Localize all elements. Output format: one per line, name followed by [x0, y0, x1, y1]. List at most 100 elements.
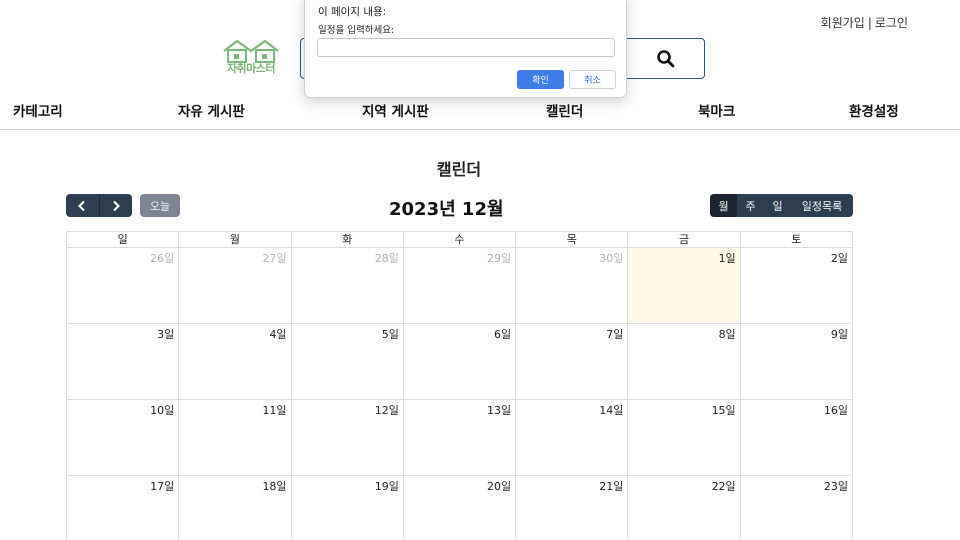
calendar-week-row: 3일 4일 5일 6일 7일 8일 9일 [67, 324, 853, 400]
day-number: 11일 [262, 404, 287, 417]
calendar-grid: 일 월 화 수 목 금 토 26일 27일 28일 29일 30일 1일 2일 3일 4일 5일 6… [66, 231, 853, 540]
day-number: 27일 [262, 252, 287, 265]
view-day-button[interactable]: 일 [764, 194, 791, 217]
day-cell[interactable]: 21일 [516, 476, 629, 540]
day-number: 21일 [599, 480, 624, 493]
chevron-left-icon [78, 200, 85, 211]
nav-item-category[interactable]: 카테고리 [13, 100, 63, 120]
day-cell[interactable]: 16일 [740, 400, 853, 476]
day-number: 7일 [606, 328, 624, 341]
day-cell[interactable]: 2일 [740, 248, 853, 324]
day-number: 14일 [599, 404, 624, 417]
signup-link[interactable]: 회원가입 [821, 16, 865, 30]
logo-text: 자취마스터 [226, 62, 276, 75]
view-switcher: 월 주 일 일정목록 [710, 194, 853, 217]
weekday-label: 화 [291, 232, 404, 248]
day-cell[interactable]: 9일 [740, 324, 853, 400]
day-cell[interactable]: 13일 [403, 400, 517, 476]
login-link[interactable]: 로그인 [875, 16, 908, 30]
weekday-label: 일 [67, 232, 180, 248]
day-cell[interactable]: 7일 [516, 324, 629, 400]
day-cell[interactable]: 12일 [291, 400, 404, 476]
view-week-button[interactable]: 주 [737, 194, 764, 217]
calendar-week-row: 17일 18일 19일 20일 21일 22일 23일 [67, 476, 853, 540]
day-number: 20일 [487, 480, 512, 493]
day-number: 12일 [374, 404, 399, 417]
day-number: 6일 [494, 328, 512, 341]
day-number: 15일 [711, 404, 736, 417]
day-number: 16일 [823, 404, 848, 417]
nav-item-calendar[interactable]: 캘린더 [546, 100, 583, 120]
day-cell[interactable]: 30일 [516, 248, 629, 324]
day-cell[interactable]: 11일 [179, 400, 292, 476]
calendar-weeks: 26일 27일 28일 29일 30일 1일 2일 3일 4일 5일 6일 7일 8일 9일 10일 11일 1… [67, 248, 853, 540]
day-cell[interactable]: 17일 [67, 476, 180, 540]
day-number: 28일 [374, 252, 399, 265]
chevron-right-icon [113, 200, 120, 211]
day-number: 5일 [381, 328, 399, 341]
day-number: 17일 [150, 480, 175, 493]
day-cell[interactable]: 8일 [628, 324, 741, 400]
day-cell[interactable]: 15일 [628, 400, 741, 476]
month-title: 2023년 12월 [389, 199, 504, 220]
day-number: 4일 [269, 328, 287, 341]
prev-month-button[interactable] [66, 194, 99, 217]
day-number: 3일 [157, 328, 175, 341]
day-cell[interactable]: 28일 [291, 248, 404, 324]
dialog-message: 일정을 입력하세요: [318, 25, 395, 36]
day-number: 22일 [711, 480, 736, 493]
calendar-week-row: 26일 27일 28일 29일 30일 1일 2일 [67, 248, 853, 324]
day-cell[interactable]: 18일 [179, 476, 292, 540]
dialog-cancel-button[interactable]: 취소 [569, 70, 616, 89]
day-cell[interactable]: 14일 [516, 400, 629, 476]
weekday-label: 토 [740, 232, 853, 248]
weekday-label: 수 [403, 232, 517, 248]
search-icon[interactable] [656, 49, 676, 69]
day-cell[interactable]: 23일 [741, 476, 853, 540]
day-cell[interactable]: 29일 [403, 248, 517, 324]
site-logo[interactable]: 자취마스터 [220, 38, 282, 78]
day-number: 1일 [718, 252, 736, 265]
day-number: 2일 [830, 252, 848, 265]
day-cell[interactable]: 22일 [628, 476, 741, 540]
view-list-button[interactable]: 일정목록 [791, 194, 853, 217]
day-cell[interactable]: 5일 [291, 324, 404, 400]
day-number: 10일 [150, 404, 175, 417]
nav-item-settings[interactable]: 환경설정 [849, 100, 899, 120]
weekday-label: 목 [516, 232, 629, 248]
nav-item-free-board[interactable]: 자유 게시판 [178, 100, 245, 120]
day-cell-today[interactable]: 1일 [628, 248, 741, 324]
view-month-button[interactable]: 월 [710, 194, 737, 217]
day-cell[interactable]: 20일 [404, 476, 517, 540]
main-nav: 카테고리 자유 게시판 지역 게시판 캘린더 북마크 환경설정 [0, 96, 960, 130]
weekday-header: 일 월 화 수 목 금 토 [67, 232, 853, 248]
next-month-button[interactable] [98, 194, 133, 217]
month-nav-group [66, 194, 132, 217]
day-number: 29일 [487, 252, 512, 265]
day-cell[interactable]: 26일 [67, 248, 180, 324]
prompt-dialog: 이 페이지 내용: 일정을 입력하세요: 확인 취소 [304, 0, 627, 98]
nav-item-bookmark[interactable]: 북마크 [698, 100, 735, 120]
auth-links: 회원가입 | 로그인 [821, 14, 908, 31]
schedule-input[interactable] [317, 38, 615, 57]
auth-separator: | [867, 16, 872, 30]
day-number: 18일 [262, 480, 287, 493]
dialog-ok-button[interactable]: 확인 [517, 70, 564, 89]
day-cell[interactable]: 19일 [292, 476, 404, 540]
day-cell[interactable]: 10일 [67, 400, 180, 476]
dialog-title: 이 페이지 내용: [318, 6, 387, 18]
day-number: 26일 [150, 252, 175, 265]
today-button[interactable]: 오늘 [140, 194, 180, 217]
page-title: 캘린더 [436, 160, 482, 179]
day-cell[interactable]: 27일 [179, 248, 292, 324]
day-number: 23일 [823, 480, 848, 493]
day-cell[interactable]: 6일 [403, 324, 517, 400]
weekday-label: 월 [179, 232, 292, 248]
day-number: 8일 [718, 328, 736, 341]
day-number: 19일 [374, 480, 399, 493]
day-number: 13일 [487, 404, 512, 417]
day-cell[interactable]: 3일 [67, 324, 180, 400]
weekday-label: 금 [628, 232, 741, 248]
day-cell[interactable]: 4일 [179, 324, 292, 400]
nav-item-local-board[interactable]: 지역 게시판 [362, 100, 429, 120]
